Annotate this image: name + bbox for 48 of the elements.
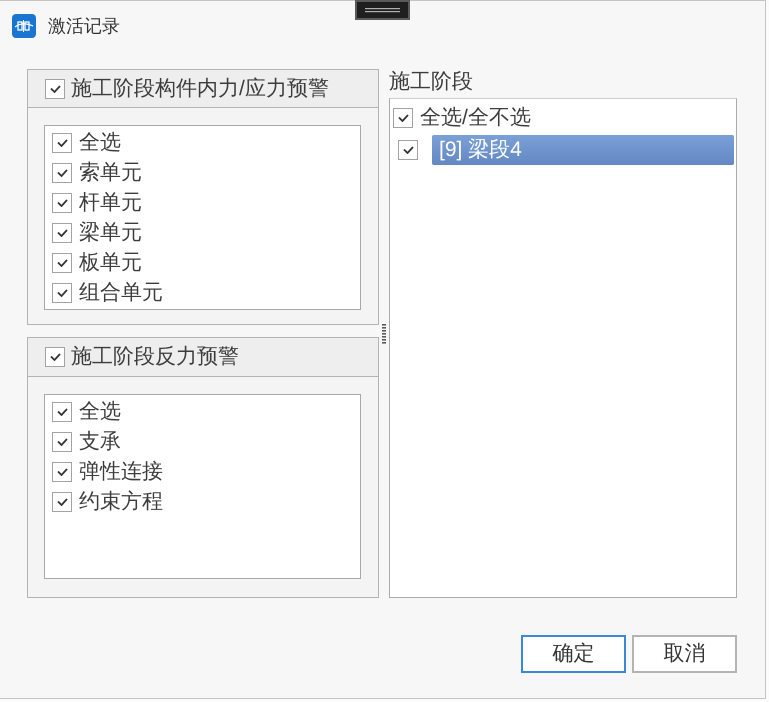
checkbox-label[interactable]: 施工阶段构件内力/应力预警: [71, 76, 329, 102]
checkmark-icon: [50, 353, 60, 361]
checkmark-icon: [56, 438, 68, 446]
checkbox-label[interactable]: 约束方程: [79, 489, 163, 515]
checkmark-icon: [56, 139, 68, 147]
checkbox-label[interactable]: 组合单元: [79, 280, 163, 306]
checkbox[interactable]: [45, 347, 65, 367]
checkbox[interactable]: [52, 253, 72, 273]
checkmark-icon: [50, 84, 60, 92]
checkbox-label[interactable]: 全选: [79, 130, 121, 156]
drag-handle-icon[interactable]: [355, 0, 410, 20]
checkmark-icon: [56, 408, 68, 416]
checkbox[interactable]: [52, 133, 72, 153]
checkbox-label[interactable]: 施工阶段反力预警: [71, 344, 239, 370]
checkmark-icon: [56, 289, 68, 297]
checkbox-label[interactable]: 梁单元: [79, 220, 142, 246]
checkmark-icon: [56, 468, 68, 476]
checkbox[interactable]: [52, 492, 72, 512]
checkmark-icon: [56, 498, 68, 506]
checkbox[interactable]: [52, 402, 72, 422]
window-title: 激活记录: [48, 15, 120, 38]
checkbox[interactable]: [52, 193, 72, 213]
checkbox-label[interactable]: 弹性连接: [79, 459, 163, 485]
checkbox-label[interactable]: 支承: [79, 429, 121, 455]
tree-item-label[interactable]: 全选/全不选: [413, 103, 538, 133]
splitter-grip-icon[interactable]: [382, 324, 386, 344]
checkmark-icon: [56, 229, 68, 237]
checkmark-icon: [56, 259, 68, 267]
app-logo-icon: [12, 14, 36, 38]
checkbox[interactable]: [52, 283, 72, 303]
checkbox[interactable]: [52, 432, 72, 452]
checkbox-label[interactable]: 索单元: [79, 160, 142, 186]
checkmark-icon: [56, 199, 68, 207]
checkbox-label[interactable]: 板单元: [79, 250, 142, 276]
checkmark-icon: [402, 146, 414, 154]
checkbox[interactable]: [52, 223, 72, 243]
checkbox[interactable]: [398, 140, 418, 160]
panel-label: 施工阶段: [389, 70, 473, 94]
checkbox[interactable]: [45, 78, 65, 98]
dialog-button[interactable]: 取消: [632, 635, 737, 673]
checkmark-icon: [398, 114, 408, 122]
dialog-button[interactable]: 确定: [521, 635, 626, 673]
checkbox[interactable]: [52, 462, 72, 482]
checkbox[interactable]: [52, 163, 72, 183]
checkbox-label[interactable]: 杆单元: [79, 190, 142, 216]
checkmark-icon: [56, 169, 68, 177]
checkbox-label[interactable]: 全选: [79, 399, 121, 425]
checkbox[interactable]: [393, 108, 413, 128]
